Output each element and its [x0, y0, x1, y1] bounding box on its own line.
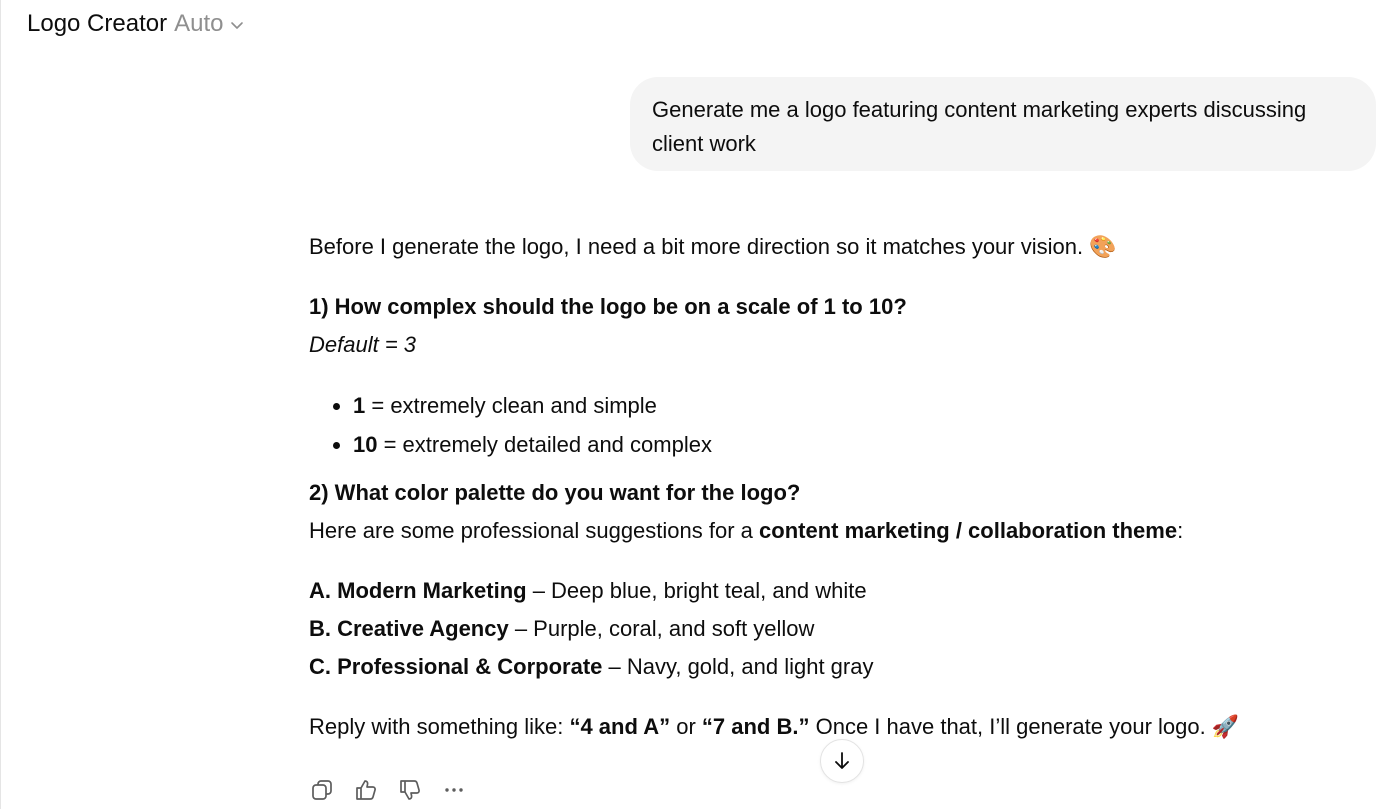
copy-icon[interactable] — [309, 777, 335, 803]
scale-text: = extremely clean and simple — [365, 393, 657, 418]
palette-option-c: C. Professional & Corporate – Navy, gold… — [309, 648, 1309, 686]
user-message-text: Generate me a logo featuring content mar… — [652, 97, 1307, 156]
reply-example-1: “4 and A” — [569, 714, 671, 739]
palette-desc: – Purple, coral, and soft yellow — [508, 616, 815, 641]
reply-example-2: “7 and B.” — [701, 714, 810, 739]
thumbs-up-icon[interactable] — [353, 777, 379, 803]
scale-value: 1 — [353, 393, 366, 418]
palette-desc: – Navy, gold, and light gray — [602, 654, 874, 679]
user-message-bubble: Generate me a logo featuring content mar… — [630, 77, 1376, 171]
palette-name: C. Professional & Corporate — [309, 654, 603, 679]
arrow-down-icon — [831, 750, 853, 772]
reply-instruction: Reply with something like: “4 and A” or … — [309, 708, 1309, 746]
palette-option-b: B. Creative Agency – Purple, coral, and … — [309, 610, 1309, 648]
complexity-list: 1 = extremely clean and simple 10 = extr… — [309, 386, 1309, 464]
question-1-heading: 1) How complex should the logo be on a s… — [309, 294, 907, 319]
lead-text: Here are some professional suggestions f… — [309, 518, 760, 543]
chevron-down-icon — [229, 17, 245, 33]
scale-value: 10 — [353, 432, 378, 457]
more-icon[interactable] — [441, 777, 467, 803]
question-2-heading: 2) What color palette do you want for th… — [309, 480, 801, 505]
left-divider — [0, 0, 1, 809]
list-item: 1 = extremely clean and simple — [353, 386, 1309, 425]
question-1-default: Default = 3 — [309, 332, 417, 357]
scroll-down-button[interactable] — [820, 739, 864, 783]
reply-post: Once I have that, I’ll generate your log… — [809, 714, 1240, 739]
reply-mid: or — [670, 714, 702, 739]
reply-pre: Reply with something like: — [309, 714, 570, 739]
model-selector[interactable]: Logo Creator Auto — [27, 8, 245, 40]
lead-end-text: : — [1177, 518, 1184, 543]
thumbs-down-icon[interactable] — [397, 777, 423, 803]
scale-text: = extremely detailed and complex — [377, 432, 712, 457]
palette-name: B. Creative Agency — [309, 616, 509, 641]
assistant-intro: Before I generate the logo, I need a bit… — [309, 234, 1117, 259]
question-2-lead: Here are some professional suggestions f… — [309, 512, 1309, 550]
lead-bold-text: content marketing / collaboration theme — [759, 518, 1178, 543]
palette-option-a: A. Modern Marketing – Deep blue, bright … — [309, 572, 1309, 610]
app-title: Logo Creator — [27, 10, 168, 37]
palette-name: A. Modern Marketing — [309, 578, 527, 603]
list-item: 10 = extremely detailed and complex — [353, 425, 1309, 464]
assistant-message: Before I generate the logo, I need a bit… — [309, 228, 1309, 746]
palette-desc: – Deep blue, bright teal, and white — [526, 578, 867, 603]
model-label: Auto — [174, 10, 224, 37]
message-actions — [309, 776, 467, 804]
